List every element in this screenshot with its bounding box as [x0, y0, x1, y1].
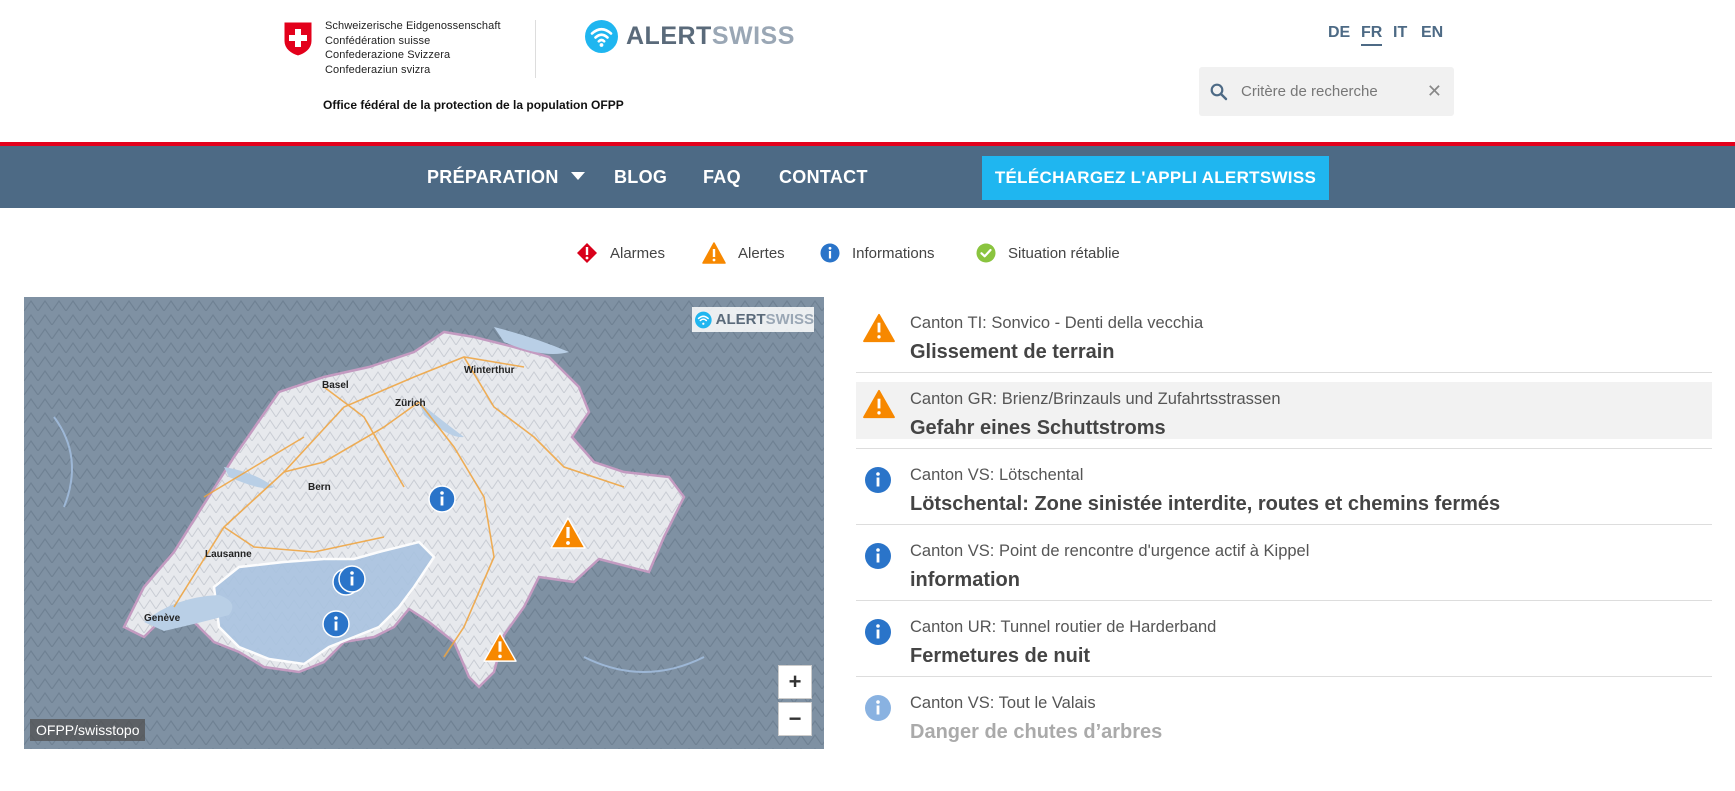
nav-preparation[interactable]: PRÉPARATION: [427, 146, 585, 208]
map-alertswiss-badge: ALERTSWISS: [692, 307, 814, 332]
map-marker-info[interactable]: [322, 610, 350, 643]
alert-map[interactable]: Basel Winterthur Zürich Bern Lausanne Ge…: [24, 297, 824, 749]
nav-preparation-label: PRÉPARATION: [427, 167, 559, 187]
search-input[interactable]: [1241, 83, 1421, 100]
language-switcher-it: IT: [1393, 22, 1407, 44]
city-geneve: Genève: [144, 613, 181, 624]
search-icon[interactable]: [1199, 83, 1239, 101]
map-marker-warning[interactable]: [482, 631, 518, 668]
clear-search-icon[interactable]: ✕: [1427, 82, 1442, 100]
legend-alarms-label: Alarmes: [610, 244, 666, 262]
map-marker-info[interactable]: [428, 485, 456, 518]
legend-warnings-label: Alertes: [738, 244, 785, 262]
confederation-logo[interactable]: Schweizerische Eidgenossenschaft Confédé…: [283, 19, 501, 77]
warning-icon: [862, 389, 896, 424]
event-title: information: [910, 569, 1020, 591]
brand-alert: ALERT: [626, 22, 712, 50]
map-badge-swiss: SWISS: [765, 311, 814, 328]
event-title: Lötschental: Zone sinistée interdite, ro…: [910, 493, 1501, 515]
event-location: Canton UR: Tunnel routier de Harderband: [910, 618, 1217, 636]
zoom-in-button[interactable]: +: [778, 665, 812, 699]
brand-swiss: SWISS: [711, 22, 795, 50]
event-location: Canton TI: Sonvico - Denti della vecchia: [910, 314, 1204, 332]
language-switcher: DE: [1328, 22, 1350, 44]
info-icon: [820, 243, 840, 263]
city-basel: Basel: [322, 380, 349, 391]
language-switcher-en: EN: [1421, 22, 1443, 44]
legend-alarms: Alarmes: [576, 241, 665, 265]
event-list: Canton TI: Sonvico - Denti della vecchia…: [856, 297, 1712, 753]
info-icon: [864, 466, 892, 499]
event-item[interactable]: Canton VS: Lötschental Lötschental: Zone…: [856, 449, 1712, 525]
check-icon: [976, 243, 996, 263]
site-header: Schweizerische Eidgenossenschaft Confédé…: [0, 0, 1735, 143]
lang-en[interactable]: EN: [1421, 22, 1443, 44]
warning-icon: [702, 242, 726, 264]
event-title: Glissement de terrain: [910, 341, 1115, 363]
conf-line-rm: Confederaziun svizra: [325, 63, 431, 76]
legend-informations-label: Informations: [852, 244, 935, 262]
header-divider: [535, 20, 536, 78]
event-type-legend: Alarmes Alertes Informations Situation r…: [0, 241, 1735, 265]
city-zurich: Zürich: [395, 398, 426, 409]
event-title: Danger de chutes d’arbres: [910, 721, 1163, 743]
city-lausanne: Lausanne: [205, 549, 252, 560]
conf-line-fr: Confédération suisse: [325, 34, 431, 47]
zoom-out-button[interactable]: −: [778, 702, 812, 736]
legend-warnings: Alertes: [702, 241, 785, 265]
office-name: Office fédéral de la protection de la po…: [323, 98, 624, 112]
chevron-down-icon: [570, 172, 585, 181]
event-location: Canton VS: Tout le Valais: [910, 694, 1096, 712]
event-location: Canton GR: Brienz/Brinzauls und Zufahrts…: [910, 390, 1281, 408]
event-location: Canton VS: Point de rencontre d'urgence …: [910, 542, 1310, 560]
city-winterthur: Winterthur: [464, 365, 515, 376]
swiss-shield-icon: [283, 21, 315, 57]
event-location: Canton VS: Lötschental: [910, 466, 1084, 484]
city-bern: Bern: [308, 482, 331, 493]
wifi-icon: [695, 311, 712, 328]
event-item[interactable]: Canton GR: Brienz/Brinzauls und Zufahrts…: [856, 373, 1712, 449]
event-title: Fermetures de nuit: [910, 645, 1091, 667]
download-app-button[interactable]: TÉLÉCHARGEZ L'APPLI ALERTSWISS: [982, 156, 1329, 200]
info-icon: [864, 694, 892, 727]
legend-restored: Situation rétablie: [976, 241, 1120, 265]
legend-restored-label: Situation rétablie: [1008, 244, 1120, 262]
nav-blog[interactable]: BLOG: [614, 146, 667, 208]
event-title: Gefahr eines Schuttstroms: [910, 417, 1166, 439]
lang-it[interactable]: IT: [1393, 22, 1407, 44]
info-icon: [864, 618, 892, 651]
event-item[interactable]: Canton VS: Tout le Valais Danger de chut…: [856, 677, 1712, 753]
event-item[interactable]: Canton UR: Tunnel routier de Harderband …: [856, 601, 1712, 677]
conf-line-it: Confederazione Svizzera: [325, 49, 451, 61]
language-switcher-fr: FR: [1361, 22, 1383, 46]
map-badge-alert: ALERT: [715, 311, 766, 328]
search-box: ✕: [1199, 67, 1454, 116]
legend-informations: Informations: [820, 241, 935, 265]
conf-line-de: Schweizerische Eidgenossenschaft: [325, 20, 501, 32]
lang-fr[interactable]: FR: [1361, 22, 1383, 46]
map-attribution: OFPP/swisstopo: [30, 719, 146, 741]
main-navigation: PRÉPARATION BLOG FAQ CONTACT TÉLÉCHARGEZ…: [0, 146, 1735, 208]
event-item[interactable]: Canton TI: Sonvico - Denti della vecchia…: [856, 297, 1712, 373]
nav-contact[interactable]: CONTACT: [779, 146, 868, 208]
map-marker-warning[interactable]: [549, 516, 587, 555]
warning-icon: [862, 313, 896, 348]
info-icon: [864, 542, 892, 575]
map-terrain: [24, 297, 824, 749]
nav-faq[interactable]: FAQ: [703, 146, 741, 208]
wifi-icon: [585, 20, 618, 53]
confederation-names: Schweizerische Eidgenossenschaft Confédé…: [325, 19, 501, 77]
map-marker-info[interactable]: [338, 565, 366, 598]
lang-de[interactable]: DE: [1328, 22, 1350, 44]
event-item[interactable]: Canton VS: Point de rencontre d'urgence …: [856, 525, 1712, 601]
alarm-icon: [577, 243, 597, 263]
alertswiss-logo[interactable]: ALERTSWISS: [585, 20, 795, 53]
